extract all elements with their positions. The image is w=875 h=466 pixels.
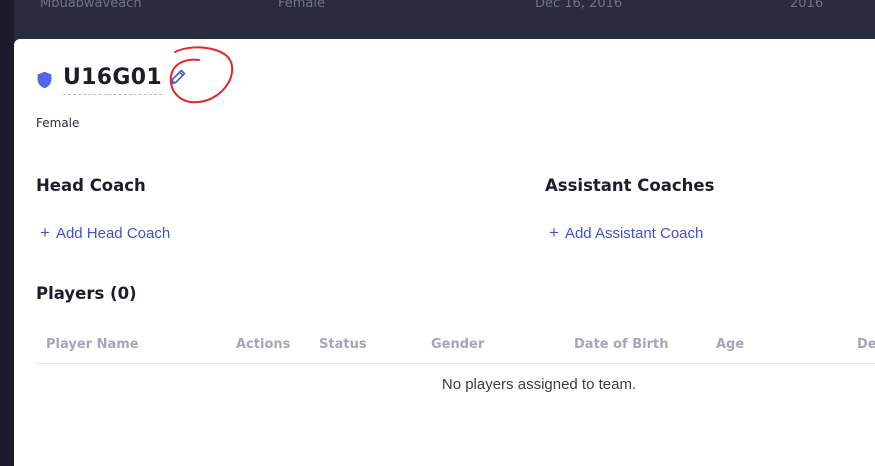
team-detail-modal: U16G01 Female Head Coach Assistant Coach… <box>14 39 875 466</box>
team-gender: Female <box>36 116 80 130</box>
column-gender[interactable]: Gender <box>431 337 484 352</box>
column-status[interactable]: Status <box>319 337 367 352</box>
add-head-coach-label: Add Head Coach <box>55 225 171 242</box>
players-title: Players (0) <box>36 284 137 303</box>
team-title-row: U16G01 <box>36 65 188 95</box>
column-player-name[interactable]: Player Name <box>46 337 139 352</box>
plus-icon: + <box>549 223 559 242</box>
shield-icon <box>37 71 52 89</box>
pencil-icon <box>170 69 186 85</box>
background-cell-gender: Female <box>278 0 326 11</box>
background-sidebar-edge <box>0 0 14 466</box>
add-head-coach-link[interactable]: + Add Head Coach <box>40 223 170 243</box>
add-assistant-coach-label: Add Assistant Coach <box>564 225 704 242</box>
assistant-coaches-title: Assistant Coaches <box>545 176 715 195</box>
background-table-row: Mbuabwaveach Female Dec 16, 2016 2016 <box>0 0 875 40</box>
team-name[interactable]: U16G01 <box>63 65 162 95</box>
add-assistant-coach-link[interactable]: + Add Assistant Coach <box>549 223 703 243</box>
background-cell-year: 2016 <box>790 0 824 11</box>
column-age[interactable]: Age <box>716 337 744 352</box>
edit-team-name-button[interactable] <box>168 67 188 87</box>
players-table-header: Player Name Actions Status Gender Date o… <box>36 329 875 364</box>
column-date-of-birth[interactable]: Date of Birth <box>574 337 668 352</box>
column-truncated[interactable]: De <box>857 337 875 352</box>
background-cell-dob: Dec 16, 2016 <box>535 0 623 11</box>
players-empty-message: No players assigned to team. <box>441 376 637 393</box>
background-cell-name: Mbuabwaveach <box>40 0 142 11</box>
plus-icon: + <box>40 223 50 242</box>
head-coach-title: Head Coach <box>36 176 146 195</box>
column-actions[interactable]: Actions <box>236 337 290 352</box>
